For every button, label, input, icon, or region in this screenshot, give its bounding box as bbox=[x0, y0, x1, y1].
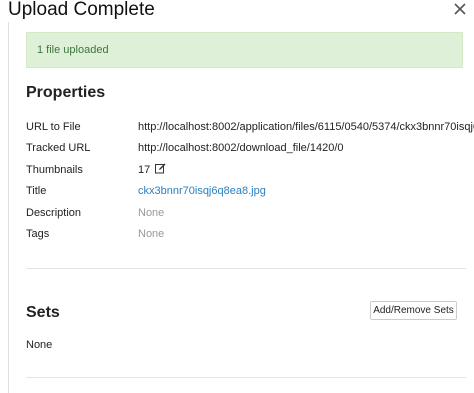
dialog-header: Upload Complete bbox=[0, 0, 474, 22]
property-label: URL to File bbox=[26, 121, 81, 133]
add-remove-sets-button[interactable]: Add/Remove Sets bbox=[370, 301, 457, 320]
properties-heading: Properties bbox=[26, 84, 106, 101]
thumbnails-count: 17 bbox=[138, 164, 151, 176]
property-row-tracked-url: Tracked URL http://localhost:8002/downlo… bbox=[26, 140, 474, 156]
property-label: Tags bbox=[26, 228, 50, 240]
title-link[interactable]: ckx3bnnr70isqj6q8ea8.jpg bbox=[138, 183, 474, 199]
property-label: Tracked URL bbox=[26, 142, 91, 154]
tracked-url-value: http://localhost:8002/download_file/1420… bbox=[138, 142, 344, 154]
dialog-body: 1 file uploaded Properties URL to File h… bbox=[8, 22, 474, 393]
property-row-description: Description None bbox=[26, 205, 474, 221]
section-divider bbox=[26, 377, 466, 378]
description-value: None bbox=[138, 207, 165, 219]
url-to-file-value: http://localhost:8002/application/files/… bbox=[138, 121, 474, 133]
sets-heading: Sets bbox=[26, 304, 60, 321]
thumbnails-value: 17 bbox=[138, 162, 474, 178]
dialog-title: Upload Complete bbox=[8, 0, 155, 20]
property-row-url: URL to File http://localhost:8002/applic… bbox=[26, 119, 474, 135]
success-alert: 1 file uploaded bbox=[26, 32, 463, 68]
sets-value: None bbox=[26, 339, 53, 351]
tags-value: None bbox=[138, 228, 165, 240]
edit-icon[interactable] bbox=[155, 163, 166, 174]
upload-complete-dialog: Upload Complete 1 file uploaded Properti… bbox=[0, 0, 474, 393]
property-row-thumbnails: Thumbnails 17 bbox=[26, 162, 474, 178]
property-row-title: Title ckx3bnnr70isqj6q8ea8.jpg bbox=[26, 183, 474, 199]
section-divider bbox=[26, 268, 466, 269]
property-row-tags: Tags None bbox=[26, 226, 474, 242]
property-label: Title bbox=[26, 185, 47, 197]
property-label: Thumbnails bbox=[26, 164, 83, 176]
property-label: Description bbox=[26, 207, 82, 219]
close-icon[interactable] bbox=[452, 1, 468, 17]
